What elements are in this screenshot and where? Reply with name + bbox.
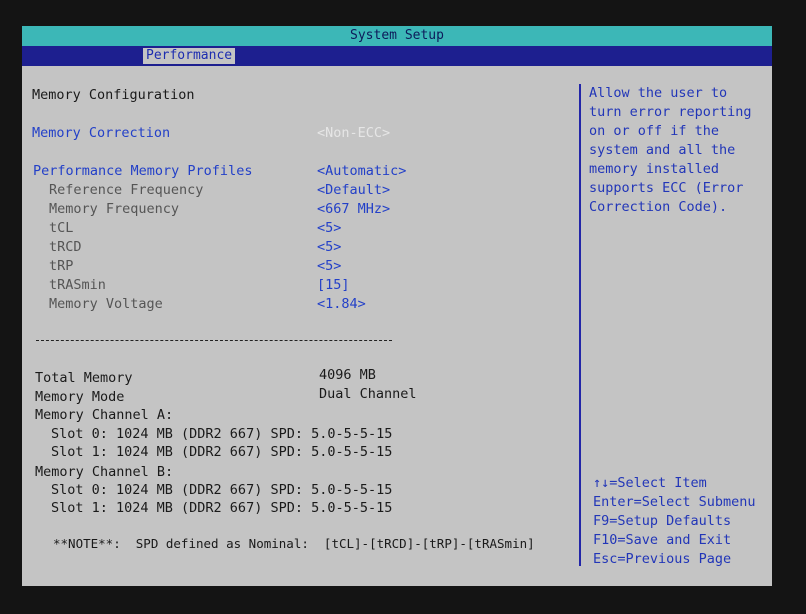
panel-divider	[579, 84, 581, 566]
channel-b-slot-0: Slot 0: 1024 MB (DDR2 667) SPD: 5.0-5-5-…	[51, 482, 393, 498]
memory-correction-label[interactable]: Memory Correction	[32, 125, 170, 142]
trasmin-label: tRASmin	[49, 277, 106, 293]
window-title: System Setup	[350, 28, 444, 43]
title-bar: System Setup	[22, 26, 772, 46]
memory-frequency-label: Memory Frequency	[49, 201, 180, 217]
performance-profiles-label[interactable]: Performance Memory Profiles	[33, 163, 252, 180]
channel-a-slot-1: Slot 1: 1024 MB (DDR2 667) SPD: 5.0-5-5-…	[51, 444, 393, 460]
key-select-submenu: Enter=Select Submenu	[593, 494, 756, 510]
reference-frequency-label: Reference Frequency	[49, 182, 204, 198]
key-select-item: ↑↓=Select Item	[593, 475, 707, 491]
memory-voltage-label: Memory Voltage	[49, 296, 163, 312]
memory-channel-b-label: Memory Channel B:	[35, 464, 174, 480]
dashed-separator	[36, 340, 392, 341]
trasmin-value[interactable]: [15]	[317, 277, 350, 294]
total-memory-value: 4096 MB	[319, 367, 376, 383]
section-title: Memory Configuration	[32, 87, 195, 103]
performance-profiles-value[interactable]: <Automatic>	[317, 163, 406, 180]
memory-mode-value: Dual Channel	[319, 386, 417, 402]
trp-value[interactable]: <5>	[317, 258, 341, 275]
tab-performance[interactable]: Performance	[143, 48, 236, 64]
key-previous-page: Esc=Previous Page	[593, 551, 732, 567]
tcl-label: tCL	[49, 220, 74, 236]
bios-screen: System Setup Performance Memory Configur…	[22, 26, 772, 586]
memory-mode-label: Memory Mode	[35, 389, 125, 405]
trp-label: tRP	[49, 258, 74, 274]
key-setup-defaults: F9=Setup Defaults	[593, 513, 732, 529]
memory-voltage-value[interactable]: <1.84>	[317, 296, 366, 313]
tcl-value[interactable]: <5>	[317, 220, 341, 237]
memory-correction-value[interactable]: <Non-ECC>	[317, 125, 390, 142]
total-memory-label: Total Memory	[35, 370, 133, 386]
channel-b-slot-1: Slot 1: 1024 MB (DDR2 667) SPD: 5.0-5-5-…	[51, 500, 393, 516]
key-save-exit: F10=Save and Exit	[593, 532, 732, 548]
spd-note: **NOTE**: SPD defined as Nominal: [tCL]-…	[53, 536, 535, 551]
help-text: Allow the user to turn error reporting o…	[589, 85, 752, 215]
memory-frequency-value[interactable]: <667 MHz>	[317, 201, 390, 218]
memory-channel-a-label: Memory Channel A:	[35, 407, 174, 423]
trcd-label: tRCD	[49, 239, 82, 255]
tab-bar: Performance	[22, 46, 772, 66]
channel-a-slot-0: Slot 0: 1024 MB (DDR2 667) SPD: 5.0-5-5-…	[51, 426, 393, 442]
reference-frequency-value[interactable]: <Default>	[317, 182, 390, 199]
trcd-value[interactable]: <5>	[317, 239, 341, 256]
